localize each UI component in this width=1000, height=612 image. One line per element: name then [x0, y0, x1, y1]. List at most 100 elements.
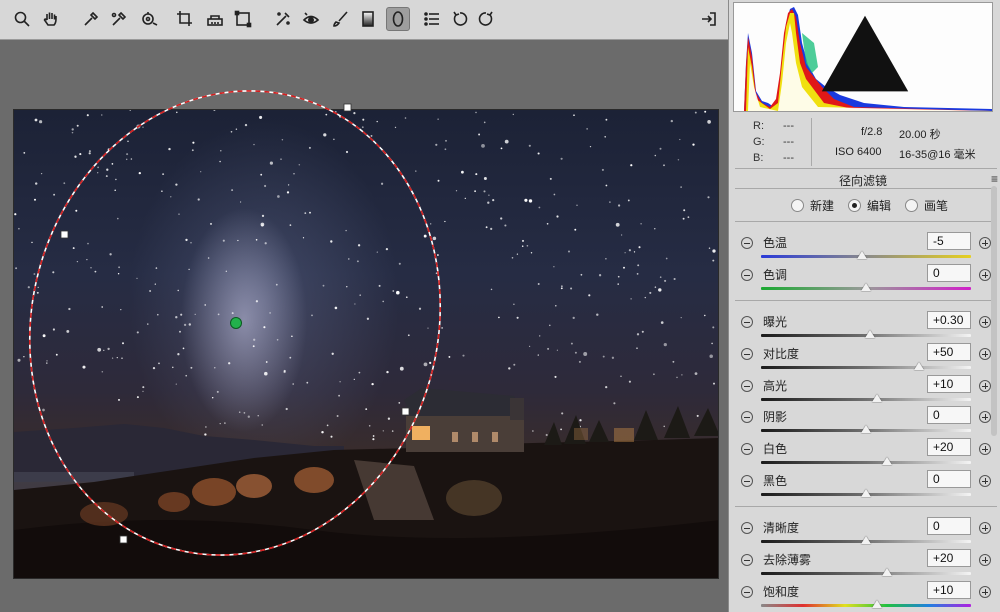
handle-top[interactable]	[343, 103, 352, 112]
preview-photo[interactable]	[13, 109, 719, 579]
straighten-tool-button[interactable]	[204, 8, 226, 30]
decrease-icon[interactable]	[741, 443, 753, 455]
panel-menu-icon[interactable]: ≡	[991, 172, 998, 186]
decrease-icon[interactable]	[741, 316, 753, 328]
adjustment-brush-tool-button[interactable]	[330, 8, 352, 30]
slider-value-input[interactable]: +10	[927, 581, 971, 599]
slider-track[interactable]	[761, 604, 971, 607]
preferences-button[interactable]	[421, 8, 443, 30]
increase-icon[interactable]	[979, 443, 991, 455]
panel-title: 径向滤镜	[838, 174, 887, 188]
mode-new-label: 新建	[810, 199, 835, 213]
slider-thumb[interactable]	[856, 251, 867, 259]
zoom-tool-button[interactable]	[11, 8, 33, 30]
decrease-icon[interactable]	[741, 411, 753, 423]
handle-bottom[interactable]	[119, 535, 128, 544]
slider-thumb[interactable]	[913, 362, 924, 370]
increase-icon[interactable]	[979, 475, 991, 487]
increase-icon[interactable]	[979, 380, 991, 392]
slider-value-input[interactable]: +20	[927, 549, 971, 567]
slider-track[interactable]	[761, 461, 971, 464]
decrease-icon[interactable]	[741, 586, 753, 598]
decrease-icon[interactable]	[741, 380, 753, 392]
slider-thumb[interactable]	[882, 568, 892, 576]
handle-right[interactable]	[401, 407, 410, 416]
slider-label: 去除薄雾	[763, 553, 812, 567]
slider-label: 曝光	[763, 315, 788, 329]
decrease-icon[interactable]	[741, 269, 753, 281]
increase-icon[interactable]	[979, 411, 991, 423]
mode-edit-radio[interactable]	[848, 199, 861, 212]
slider-value-input[interactable]: 0	[927, 517, 971, 535]
crop-tool-button[interactable]	[174, 8, 196, 30]
increase-icon[interactable]	[979, 316, 991, 328]
toolbar	[0, 0, 728, 40]
mode-edit[interactable]: 编辑	[848, 197, 891, 214]
increase-icon[interactable]	[979, 269, 991, 281]
slider-row: 高光 +10	[729, 375, 997, 407]
exit-fullscreen-icon	[702, 12, 716, 26]
shadow-clipping-icon[interactable]	[736, 5, 993, 112]
decrease-icon[interactable]	[741, 554, 753, 566]
slider-thumb[interactable]	[865, 330, 876, 338]
panel-scrollbar[interactable]	[991, 186, 997, 436]
slider-value-input[interactable]: 0	[927, 264, 971, 282]
toggle-fullscreen-button[interactable]	[698, 8, 720, 30]
mode-new[interactable]: 新建	[791, 197, 834, 214]
slider-row: 饱和度 +10	[729, 581, 997, 612]
slider-thumb[interactable]	[861, 489, 871, 497]
slider-thumb[interactable]	[861, 536, 871, 544]
slider-value-input[interactable]: +20	[927, 438, 971, 456]
slider-track[interactable]	[761, 572, 971, 575]
slider-value-input[interactable]: 0	[927, 406, 971, 424]
slider-value-input[interactable]: +10	[927, 375, 971, 393]
rotate-right-button[interactable]	[475, 8, 497, 30]
color-sampler-tool-button[interactable]	[108, 8, 130, 30]
increase-icon[interactable]	[979, 554, 991, 566]
slider-thumb[interactable]	[861, 425, 871, 433]
increase-icon[interactable]	[979, 586, 991, 598]
transform-tool-button[interactable]	[232, 8, 254, 30]
slider-thumb[interactable]	[871, 600, 882, 608]
decrease-icon[interactable]	[741, 522, 753, 534]
decrease-icon[interactable]	[741, 237, 753, 249]
increase-icon[interactable]	[979, 237, 991, 249]
slider-value-input[interactable]: +0.30	[927, 311, 971, 329]
transform-icon	[234, 10, 252, 28]
target-adjust-tool-button[interactable]	[138, 8, 160, 30]
straighten-icon	[207, 15, 223, 26]
graduated-filter-icon	[362, 11, 374, 27]
slider-thumb[interactable]	[861, 283, 871, 291]
graduated-filter-tool-button[interactable]	[357, 8, 379, 30]
slider-value-input[interactable]: -5	[927, 232, 971, 250]
spot-removal-tool-button[interactable]	[272, 8, 294, 30]
mode-brush[interactable]: 画笔	[905, 197, 948, 214]
slider-label: 色温	[763, 236, 788, 250]
highlight-clipping-icon[interactable]	[980, 5, 993, 112]
red-eye-tool-button[interactable]	[300, 8, 322, 30]
slider-thumb[interactable]	[871, 394, 882, 402]
aperture: f/2.8	[861, 126, 883, 138]
mode-brush-radio[interactable]	[905, 199, 918, 212]
radial-filter-tool-button[interactable]	[386, 7, 410, 31]
rotate-right-icon	[478, 11, 493, 26]
decrease-icon[interactable]	[741, 475, 753, 487]
slider-label: 黑色	[763, 474, 788, 488]
slider-value-input[interactable]: +50	[927, 343, 971, 361]
slider-track[interactable]	[761, 366, 971, 369]
r-label: R:	[753, 120, 764, 132]
filter-center-pin[interactable]	[230, 317, 242, 329]
mode-new-radio[interactable]	[791, 199, 804, 212]
white-balance-tool-button[interactable]	[80, 8, 102, 30]
increase-icon[interactable]	[979, 348, 991, 360]
slider-label: 对比度	[763, 347, 800, 361]
rotate-left-button[interactable]	[449, 8, 471, 30]
slider-value-input[interactable]: 0	[927, 470, 971, 488]
slider-thumb[interactable]	[882, 457, 892, 465]
increase-icon[interactable]	[979, 522, 991, 534]
decrease-icon[interactable]	[741, 348, 753, 360]
hand-tool-button[interactable]	[40, 8, 62, 30]
b-label: B:	[753, 152, 764, 164]
slider-track[interactable]	[761, 398, 971, 401]
handle-left[interactable]	[60, 230, 69, 239]
